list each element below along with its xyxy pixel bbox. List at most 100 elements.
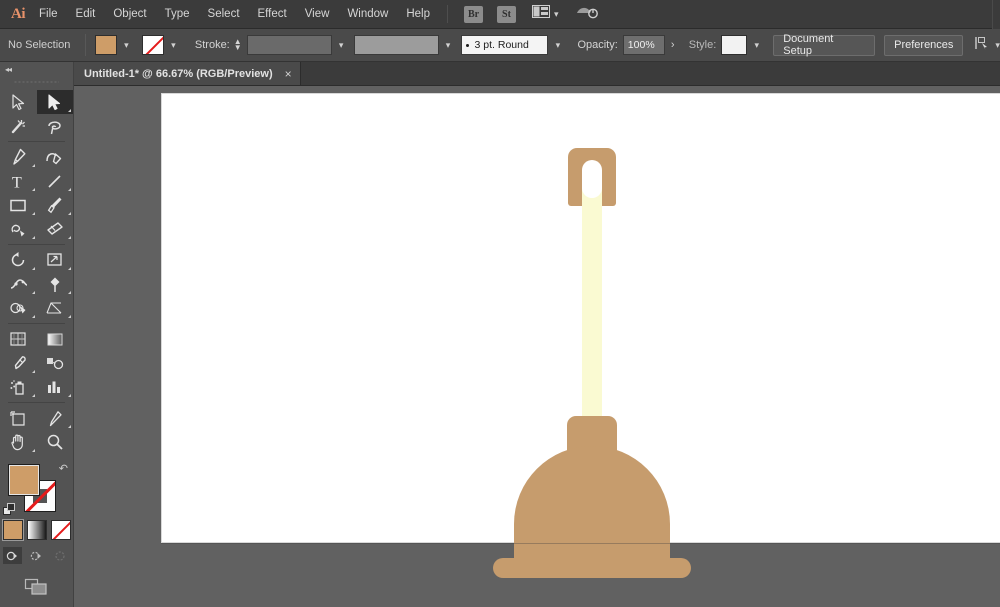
stroke-weight-chevron-down-icon[interactable]: ▾ [334, 35, 349, 55]
fill-swatch-chevron-down-icon[interactable]: ▾ [119, 35, 134, 55]
tool-artboard[interactable] [0, 406, 37, 430]
creative-cloud-sync-button[interactable] [575, 4, 599, 25]
variable-width-profile-field[interactable] [353, 35, 439, 55]
opacity-input[interactable]: 100% [622, 35, 665, 55]
change-screen-mode-button[interactable] [24, 578, 50, 601]
document-setup-button[interactable]: Document Setup [773, 33, 876, 57]
stepper-down-icon: ▼ [233, 43, 242, 52]
collapse-panel-button[interactable]: ◂◂ [0, 62, 73, 76]
menu-window[interactable]: Window [338, 0, 397, 29]
tool-symbol-sprayer[interactable] [0, 375, 37, 399]
default-fill-stroke-icon[interactable] [3, 503, 16, 516]
tool-magic-wand[interactable] [0, 114, 37, 138]
menu-effect[interactable]: Effect [249, 0, 296, 29]
svg-text:T: T [12, 174, 22, 190]
tool-flyout-triangle-icon [68, 315, 71, 318]
stroke-weight-label: Stroke: [194, 39, 230, 51]
tool-eyedropper[interactable] [0, 351, 37, 375]
menu-type[interactable]: Type [156, 0, 199, 29]
opacity-options-chevron-right-icon[interactable]: › [665, 35, 681, 55]
artboard-shadow [161, 543, 1000, 544]
tool-flyout-triangle-icon [31, 370, 35, 373]
plunger-cup[interactable] [514, 446, 670, 576]
align-options-button[interactable]: ▾ [975, 36, 1000, 55]
tool-line-segment[interactable] [37, 169, 74, 193]
paint-mode-row [0, 519, 73, 541]
tool-shaper[interactable] [0, 217, 37, 241]
bridge-icon[interactable]: Br [464, 5, 483, 23]
tool-divider-2 [0, 241, 73, 248]
tool-flyout-triangle-icon [68, 236, 71, 239]
document-tab-title: Untitled-1* @ 66.67% (RGB/Preview) [84, 67, 273, 80]
tool-perspective-grid[interactable] [37, 296, 74, 320]
tool-divider-4 [0, 399, 73, 406]
tool-rectangle[interactable] [0, 193, 37, 217]
panel-drag-handle[interactable] [14, 76, 59, 88]
gradient-mode-button[interactable] [26, 520, 47, 540]
tool-flyout-triangle-icon [31, 449, 35, 452]
opacity-label: Opacity: [577, 39, 618, 51]
tool-flyout-triangle-icon [68, 291, 71, 294]
tool-free-transform[interactable] [37, 272, 74, 296]
stock-icon[interactable]: St [497, 5, 516, 23]
menu-file[interactable]: File [30, 0, 67, 29]
tool-curvature[interactable] [37, 145, 74, 169]
plunger-illustration[interactable] [492, 148, 692, 578]
draw-inside-button[interactable] [51, 547, 70, 564]
none-mode-button[interactable] [50, 520, 71, 540]
stroke-weight-input[interactable] [246, 35, 332, 55]
brush-definition-dropdown[interactable]: 3 pt. Round [460, 35, 549, 55]
document-tab[interactable]: Untitled-1* @ 66.67% (RGB/Preview) × [74, 62, 301, 85]
tool-flyout-triangle-icon [31, 236, 35, 239]
tool-blend[interactable] [37, 351, 74, 375]
stroke-weight-stepper[interactable]: ▲ ▼ [233, 38, 242, 52]
tool-type[interactable]: T [0, 169, 37, 193]
canvas-area[interactable] [74, 86, 1000, 607]
width-profile-chevron-down-icon[interactable]: ▾ [441, 35, 456, 55]
tool-paintbrush[interactable] [37, 193, 74, 217]
tool-scale[interactable] [37, 248, 74, 272]
menu-edit[interactable]: Edit [67, 0, 105, 29]
draw-behind-button[interactable] [27, 547, 46, 564]
graphic-style-chevron-down-icon[interactable]: ▾ [749, 35, 764, 55]
tool-flyout-triangle-icon [68, 109, 71, 112]
tool-pen[interactable] [0, 145, 37, 169]
artboard[interactable] [161, 93, 1000, 578]
draw-normal-button[interactable] [3, 547, 22, 564]
stroke-swatch-chevron-down-icon[interactable]: ▾ [166, 35, 181, 55]
document-tab-bar: Untitled-1* @ 66.67% (RGB/Preview) × [74, 62, 1000, 86]
tool-direct-selection[interactable] [36, 90, 73, 114]
fill-indicator-swatch[interactable] [8, 464, 40, 496]
graphic-style-swatch[interactable] [721, 35, 748, 55]
tool-shape-builder[interactable] [0, 296, 37, 320]
fill-color-swatch[interactable] [94, 35, 117, 55]
align-chevron-down-icon: ▾ [995, 39, 1000, 50]
stroke-color-swatch[interactable] [141, 35, 164, 55]
tool-rotate[interactable] [0, 248, 37, 272]
tool-zoom[interactable] [37, 430, 74, 454]
menu-bar: Ai File Edit Object Type Select Effect V… [0, 0, 1000, 29]
tool-eraser[interactable] [37, 217, 74, 241]
tool-selection[interactable] [0, 90, 37, 114]
close-icon[interactable]: × [285, 67, 292, 81]
tool-hand[interactable] [0, 430, 37, 454]
plunger-lip[interactable] [493, 558, 691, 578]
tool-mesh[interactable] [0, 327, 37, 351]
color-mode-button[interactable] [1, 519, 24, 541]
tool-divider-3 [0, 320, 73, 327]
tool-flyout-triangle-icon [31, 394, 35, 397]
tool-slice[interactable] [37, 406, 74, 430]
tool-width[interactable] [0, 272, 37, 296]
menu-help[interactable]: Help [397, 0, 439, 29]
tool-lasso[interactable] [37, 114, 74, 138]
tool-column-graph[interactable] [37, 375, 74, 399]
default-fill-box [7, 503, 15, 511]
tool-gradient[interactable] [37, 327, 74, 351]
preferences-button[interactable]: Preferences [884, 34, 964, 56]
arrange-documents-button[interactable]: ▾ [532, 5, 559, 23]
menu-select[interactable]: Select [199, 0, 249, 29]
menu-object[interactable]: Object [104, 0, 155, 29]
menu-view[interactable]: View [296, 0, 339, 29]
swap-fill-stroke-icon[interactable]: ↶ [59, 462, 68, 475]
brush-definition-chevron-down-icon[interactable]: ▾ [550, 35, 565, 55]
